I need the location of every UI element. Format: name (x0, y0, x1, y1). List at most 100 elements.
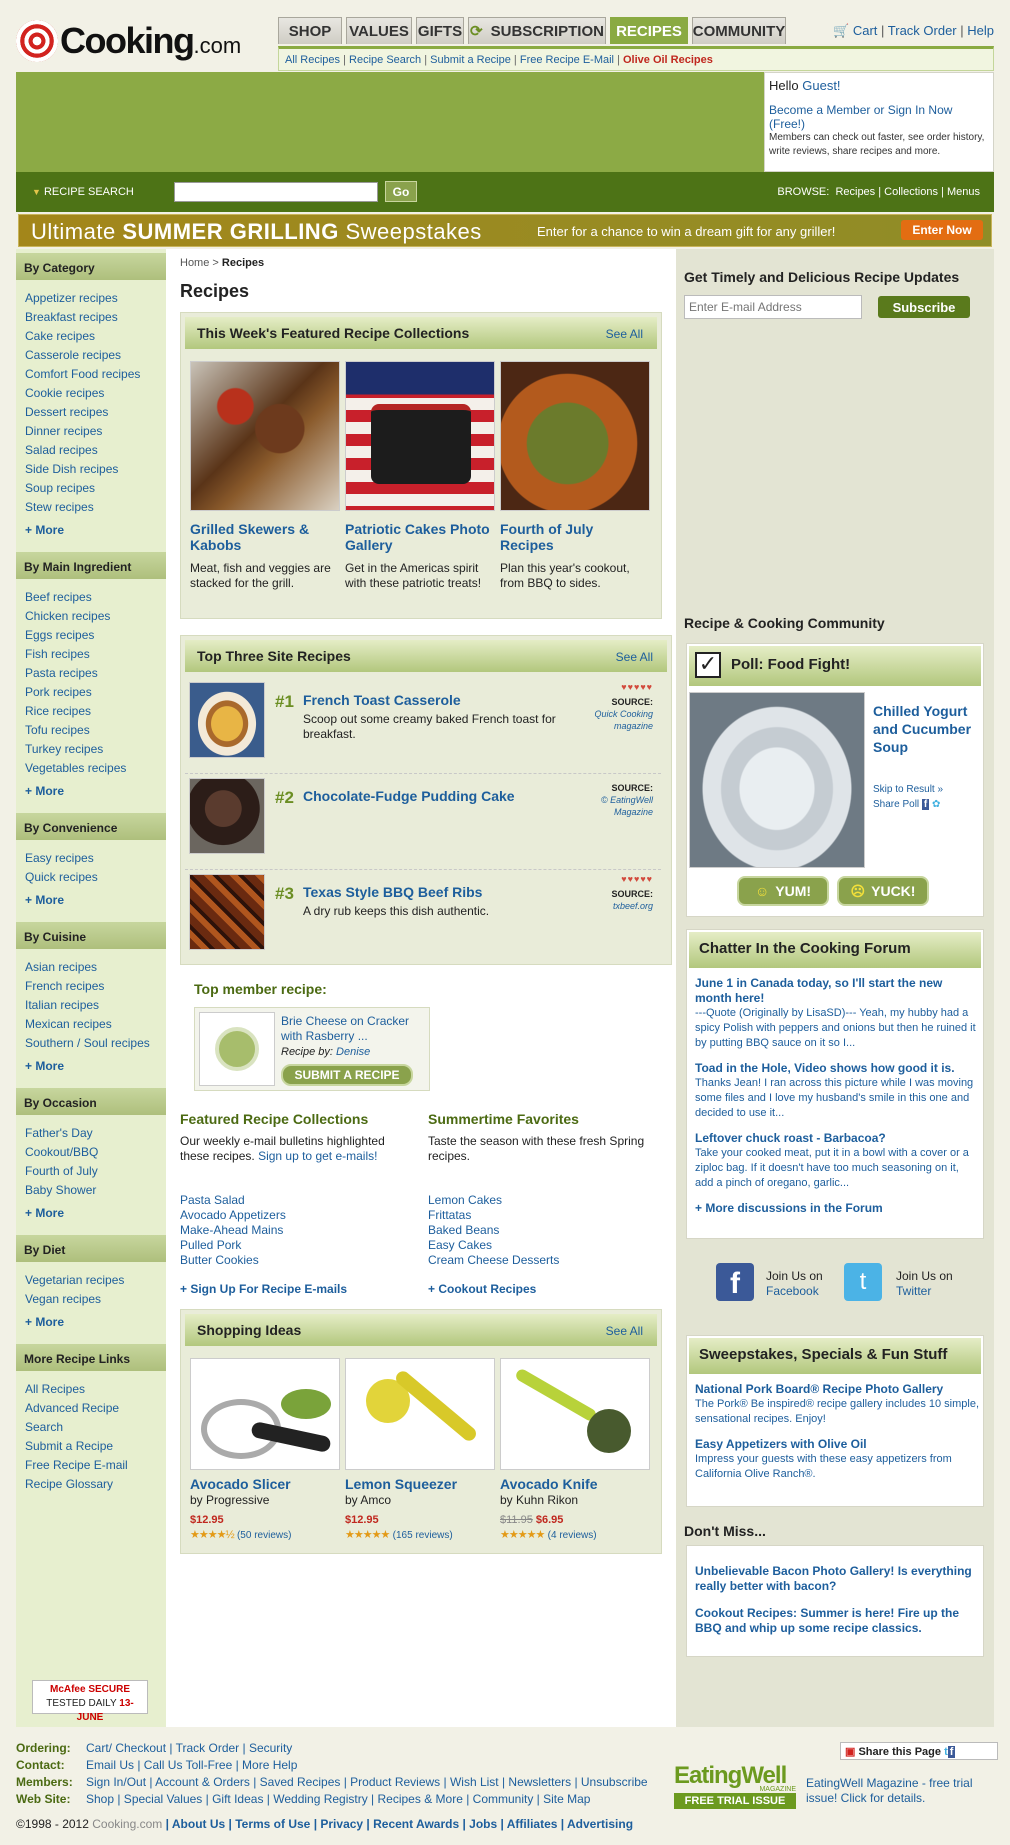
signup-emails-link[interactable]: Sign up to get e-mails! (258, 1149, 377, 1163)
enter-now-button[interactable]: Enter Now (901, 220, 983, 240)
subnav-submit-recipe[interactable]: Submit a Recipe (430, 54, 511, 66)
sidebar-link[interactable]: Vegetables recipes (25, 759, 157, 778)
tab-gifts[interactable]: GIFTS (416, 17, 464, 44)
mcafee-badge[interactable]: McAfee SECURE TESTED DAILY 13-JUNE (32, 1680, 148, 1723)
forum-topic[interactable]: June 1 in Canada today, so I'll start th… (695, 976, 979, 1006)
facebook-link[interactable]: Facebook (766, 1284, 819, 1298)
product-reviews-link[interactable]: (165 reviews) (393, 1530, 453, 1541)
recipe-author-link[interactable]: Denise (336, 1046, 370, 1058)
sidebar-link[interactable]: Free Recipe E-mail (25, 1456, 157, 1475)
special-title[interactable]: Easy Appetizers with Olive Oil (695, 1437, 979, 1452)
sidebar-more-link[interactable]: + More (25, 782, 157, 801)
tab-community[interactable]: COMMUNITY (692, 17, 786, 44)
sidebar-link[interactable]: Advanced Recipe Search (25, 1399, 157, 1437)
list-item[interactable]: Frittatas (428, 1208, 559, 1223)
help-link[interactable]: Help (967, 23, 994, 38)
browse-collections[interactable]: Collections (884, 186, 938, 198)
list-item[interactable]: Pulled Pork (180, 1238, 286, 1253)
subscribe-button[interactable]: Subscribe (878, 296, 970, 318)
list-item[interactable]: Make-Ahead Mains (180, 1223, 286, 1238)
forum-topic[interactable]: Toad in the Hole, Video shows how good i… (695, 1061, 979, 1076)
product-title[interactable]: Lemon Squeezer (345, 1476, 457, 1492)
subnav-free-email[interactable]: Free Recipe E-Mail (520, 54, 614, 66)
sidebar-link[interactable]: Recipe Glossary (25, 1475, 157, 1494)
sidebar-link[interactable]: Eggs recipes (25, 626, 157, 645)
dont-miss-link[interactable]: Cookout Recipes: Summer is here! Fire up… (695, 1606, 977, 1636)
site-logo[interactable]: Cooking.com (16, 20, 241, 62)
yogurt-soup-image[interactable] (689, 692, 865, 868)
list-item[interactable]: Cream Cheese Desserts (428, 1253, 559, 1268)
special-title[interactable]: National Pork Board® Recipe Photo Galler… (695, 1382, 979, 1397)
eatingwell-ad[interactable]: EatingWell MAGAZINE FREE TRIAL ISSUE (674, 1762, 796, 1822)
browse-recipes[interactable]: Recipes (835, 186, 875, 198)
sidebar-link[interactable]: Tofu recipes (25, 721, 157, 740)
product-reviews-link[interactable]: (50 reviews) (237, 1530, 291, 1541)
source-text[interactable]: txbeef.org (613, 901, 653, 911)
subnav-olive-oil[interactable]: Olive Oil Recipes (623, 54, 713, 66)
avocado-slicer-image[interactable] (190, 1358, 340, 1470)
sidebar-link[interactable]: Cake recipes (25, 327, 157, 346)
footer-links[interactable]: Sign In/Out | Account & Orders | Saved R… (86, 1775, 648, 1789)
recipe-title[interactable]: Chocolate-Fudge Pudding Cake (303, 788, 515, 804)
list-item[interactable]: Pasta Salad (180, 1193, 286, 1208)
sidebar-link[interactable]: Side Dish recipes (25, 460, 157, 479)
recipe-title[interactable]: Texas Style BBQ Beef Ribs (303, 884, 482, 900)
sidebar-link[interactable]: Father's Day (25, 1124, 157, 1143)
sidebar-link[interactable]: Stew recipes (25, 498, 157, 517)
sidebar-link[interactable]: Fish recipes (25, 645, 157, 664)
footer-links[interactable]: Shop | Special Values | Gift Ideas | Wed… (86, 1792, 590, 1806)
sidebar-more-link[interactable]: + More (25, 1057, 157, 1076)
sidebar-link[interactable]: Baby Shower (25, 1181, 157, 1200)
list-item[interactable]: Easy Cakes (428, 1238, 559, 1253)
facebook-icon[interactable]: f (716, 1263, 754, 1301)
tab-recipes[interactable]: RECIPES (610, 17, 688, 44)
shopping-see-all[interactable]: See All (606, 1324, 643, 1338)
sidebar-link[interactable]: Turkey recipes (25, 740, 157, 759)
sidebar-link[interactable]: Fourth of July (25, 1162, 157, 1181)
sidebar-link[interactable]: Pork recipes (25, 683, 157, 702)
sidebar-link[interactable]: Cookie recipes (25, 384, 157, 403)
share-poll-link[interactable]: Share Poll (873, 799, 919, 810)
footer-links[interactable]: Cart/ Checkout | Track Order | Security (86, 1741, 292, 1755)
eatingwell-text-link[interactable]: EatingWell Magazine - free trial issue! … (806, 1776, 994, 1806)
browse-menus[interactable]: Menus (947, 186, 980, 198)
yuck-button[interactable]: ☹ YUCK! (837, 876, 929, 906)
yum-button[interactable]: ☺ YUM! (737, 876, 829, 906)
sidebar-link[interactable]: Mexican recipes (25, 1015, 157, 1034)
sidebar-more-link[interactable]: + More (25, 891, 157, 910)
email-signup-input[interactable] (684, 295, 862, 319)
footer-legal-links[interactable]: | About Us | Terms of Use | Privacy | Re… (166, 1817, 633, 1831)
bbq-ribs-image[interactable] (189, 874, 265, 950)
poll-item-title[interactable]: Chilled Yogurt and Cucumber Soup (873, 702, 973, 756)
member-recipe-title[interactable]: Brie Cheese on Cracker with Rasberry ... (281, 1014, 421, 1044)
subnav-recipe-search[interactable]: Recipe Search (349, 54, 421, 66)
facebook-icon[interactable]: f (921, 799, 930, 810)
twitter-link[interactable]: Twitter (896, 1284, 931, 1298)
collection-title[interactable]: Fourth of July Recipes (500, 521, 650, 553)
product-title[interactable]: Avocado Knife (500, 1476, 598, 1492)
signup-recipe-emails-link[interactable]: + Sign Up For Recipe E-mails (180, 1282, 347, 1296)
recipe-title[interactable]: French Toast Casserole (303, 692, 461, 708)
sidebar-link[interactable]: Salad recipes (25, 441, 157, 460)
sidebar-link[interactable]: Chicken recipes (25, 607, 157, 626)
sidebar-more-link[interactable]: + More (25, 521, 157, 540)
track-order-link[interactable]: Track Order (888, 23, 957, 38)
list-item[interactable]: Butter Cookies (180, 1253, 286, 1268)
list-item[interactable]: Lemon Cakes (428, 1193, 559, 1208)
french-toast-image[interactable] (189, 682, 265, 758)
sidebar-link[interactable]: Vegan recipes (25, 1290, 157, 1309)
avocado-knife-image[interactable] (500, 1358, 650, 1470)
sidebar-link[interactable]: Vegetarian recipes (25, 1271, 157, 1290)
forum-topic[interactable]: Leftover chuck roast - Barbacoa? (695, 1131, 979, 1146)
subnav-all-recipes[interactable]: All Recipes (285, 54, 340, 66)
sidebar-link[interactable]: French recipes (25, 977, 157, 996)
sidebar-link[interactable]: Italian recipes (25, 996, 157, 1015)
tab-values[interactable]: VALUES (346, 17, 412, 44)
sidebar-link[interactable]: Dessert recipes (25, 403, 157, 422)
sidebar-link[interactable]: Cookout/BBQ (25, 1143, 157, 1162)
sidebar-link[interactable]: Dinner recipes (25, 422, 157, 441)
twitter-icon[interactable]: ✿ (932, 799, 940, 810)
sidebar-link[interactable]: Southern / Soul recipes (25, 1034, 157, 1053)
collection-title[interactable]: Grilled Skewers & Kabobs (190, 521, 340, 553)
sidebar-link[interactable]: Asian recipes (25, 958, 157, 977)
